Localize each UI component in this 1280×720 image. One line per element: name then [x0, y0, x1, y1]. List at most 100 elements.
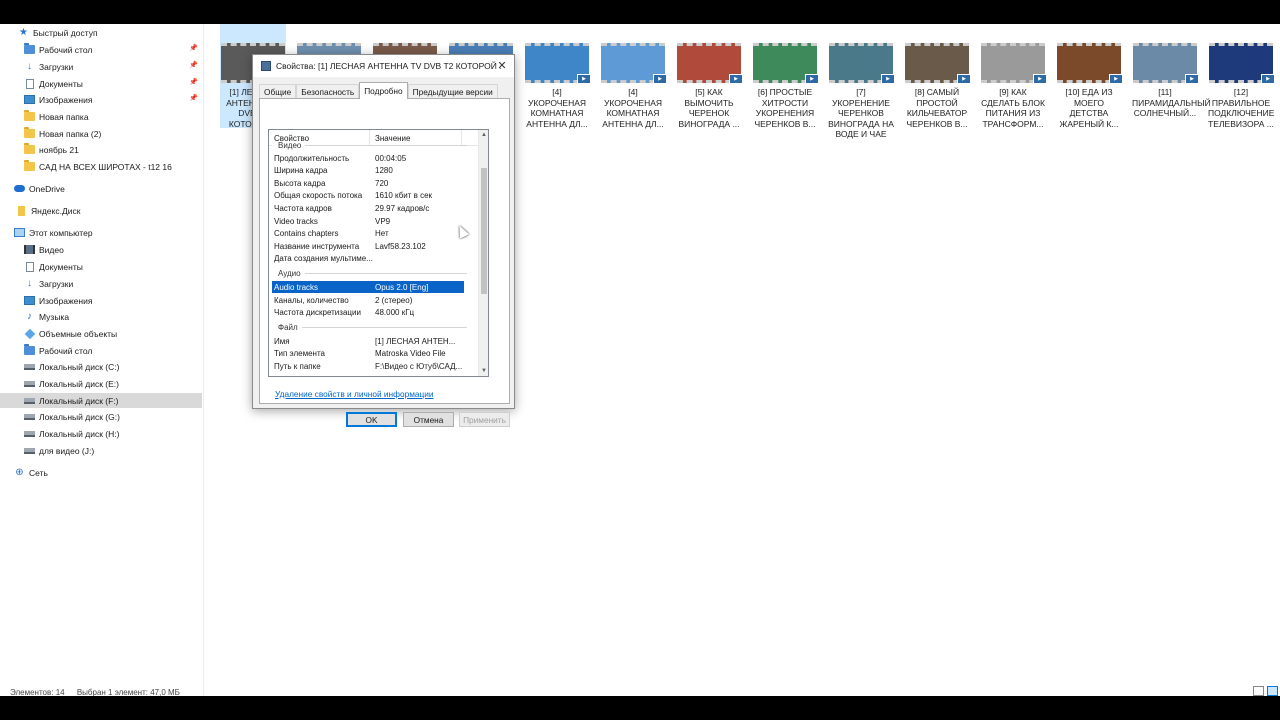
sidebar-item[interactable]: Этот компьютер	[0, 225, 202, 240]
video-file-item[interactable]: ▶ [5] КАК ВЫМОЧИТЬ ЧЕРЕНОК ВИНОГРАДА ...	[676, 43, 743, 131]
sidebar-item[interactable]: Локальный диск (G:)	[0, 409, 202, 424]
sidebar-item-label: Яндекс.Диск	[31, 205, 81, 216]
download-icon: ↓	[27, 277, 32, 289]
property-value: 29.97 кадров/с	[375, 203, 430, 213]
scroll-thumb[interactable]	[481, 168, 487, 294]
pin-icon[interactable]: 📌	[189, 94, 198, 102]
property-row[interactable]: Дата создания мультиме...	[272, 253, 464, 265]
video-file-item[interactable]: ▶ [4] УКОРОЧЕНАЯ КОМНАТНАЯ АНТЕННА ДЛ...	[524, 43, 591, 131]
property-row[interactable]: Общая скорость потока 1610 кбит в сек	[272, 190, 464, 202]
scroll-up-icon[interactable]: ▲	[479, 130, 488, 140]
sidebar-item[interactable]: Локальный диск (H:)	[0, 426, 202, 441]
large-icons-view-icon[interactable]	[1267, 686, 1278, 696]
dialog-title: Свойства: [1] ЛЕСНАЯ АНТЕННА TV DVB T2 К…	[276, 61, 501, 71]
property-row[interactable]: Имя [1] ЛЕСНАЯ АНТЕН...	[272, 335, 464, 347]
sidebar-item-label: САД НА ВСЕХ ШИРОТАХ - t12 16	[39, 161, 172, 172]
video-file-item[interactable]: ▶ [10] ЕДА ИЗ МОЕГО ДЕТСТВА ЖАРЕНЫЙ К...	[1056, 43, 1123, 131]
sidebar-item[interactable]: OneDrive	[0, 181, 202, 196]
sidebar-item-label: Видео	[39, 244, 64, 255]
folder-blue-icon	[24, 43, 35, 55]
pin-icon[interactable]: 📌	[189, 61, 198, 69]
tab-3[interactable]: Предыдущие версии	[407, 84, 498, 99]
sidebar-item-label: Музыка	[39, 311, 70, 322]
details-view-icon[interactable]	[1253, 686, 1264, 696]
video-badge-icon: ▶	[805, 74, 819, 84]
property-row[interactable]: Название инструмента Lavf58.23.102	[272, 240, 464, 252]
property-group-header: Аудио	[272, 267, 467, 279]
property-row[interactable]: Высота кадра 720	[272, 177, 464, 189]
property-row[interactable]: Video tracks VP9	[272, 215, 464, 227]
cancel-button[interactable]: Отмена	[403, 412, 454, 427]
property-row[interactable]: Путь к папке F:\Видео с Ютуб\САД...	[272, 360, 464, 372]
tab-0[interactable]: Общие	[259, 84, 297, 99]
file-name: [9] КАК СДЕЛАТЬ БЛОК ПИТАНИЯ ИЗ ТРАНСФОР…	[981, 87, 1045, 129]
file-explorer-window: ★ Быстрый доступ Рабочий стол 📌 ↓ Загрузки 📌 До…	[0, 24, 1280, 696]
video-file-item[interactable]: ▶ [12] ПРАВИЛЬНОЕ ПОДКЛЮЧЕНИЕ ТЕЛЕВИЗОРА …	[1208, 43, 1275, 131]
video-thumbnail: ▶	[1133, 43, 1199, 84]
cloud-icon	[14, 183, 25, 194]
sidebar-item[interactable]: Рабочий стол	[0, 343, 202, 358]
property-row[interactable]: Каналы, количество 2 (стерео)	[272, 294, 464, 306]
sidebar-item-label: Сеть	[29, 467, 48, 478]
3d-objects-icon	[24, 328, 35, 339]
sidebar-item[interactable]: Локальный диск (E:)	[0, 376, 202, 391]
pin-icon[interactable]: 📌	[189, 78, 198, 86]
remove-properties-link[interactable]: Удаление свойств и личной информации	[275, 389, 434, 399]
video-file-item[interactable]: ▶ [9] КАК СДЕЛАТЬ БЛОК ПИТАНИЯ ИЗ ТРАНСФО…	[980, 43, 1047, 131]
tab-2[interactable]: Подробно	[359, 82, 408, 99]
video-file-item[interactable]: ▶ [8] САМЫЙ ПРОСТОЙ КИЛЬЧЕВАТОР ЧЕРЕНКОВ …	[904, 43, 971, 131]
file-name: [6] ПРОСТЫЕ ХИТРОСТИ УКОРЕНЕНИЯ ЧЕРЕНКОВ…	[754, 87, 816, 129]
status-item-count: Элементов: 14	[10, 688, 65, 696]
sidebar-item[interactable]: Локальный диск (C:)	[0, 359, 202, 374]
video-file-item[interactable]: ▶ [6] ПРОСТЫЕ ХИТРОСТИ УКОРЕНЕНИЯ ЧЕРЕНКО…	[752, 43, 819, 131]
sidebar-item[interactable]: ⊕ Сеть	[0, 465, 202, 480]
sidebar-item[interactable]: для видео (J:)	[0, 443, 202, 458]
scroll-down-icon[interactable]: ▼	[479, 366, 488, 376]
property-row[interactable]: Тип элемента Matroska Video File	[272, 348, 464, 360]
sidebar-item[interactable]: Документы 📌	[0, 76, 202, 91]
dialog-titlebar[interactable]: Свойства: [1] ЛЕСНАЯ АНТЕННА TV DVB T2 К…	[253, 55, 514, 77]
apply-button[interactable]: Применить	[459, 412, 510, 427]
sidebar-item[interactable]: ↓ Загрузки 📌	[0, 59, 202, 74]
property-row[interactable]: Ширина кадра 1280	[272, 165, 464, 177]
video-file-item[interactable]: ▶ [11] ПИРАМИДАЛЬНЫЙ СОЛНЕЧНЫЙ...	[1132, 43, 1211, 131]
sidebar-item[interactable]: Изображения 📌	[0, 92, 202, 107]
property-value: Matroska Video File	[375, 349, 446, 359]
folder-icon	[24, 143, 35, 155]
property-row[interactable]: Продолжительность 00:04:05	[272, 152, 464, 164]
sidebar-item[interactable]: ★ Быстрый доступ	[0, 25, 202, 40]
video-file-item[interactable]: ▶ [4] УКОРОЧЕНАЯ КОМНАТНАЯ АНТЕННА ДЛ...	[600, 43, 667, 131]
pin-icon[interactable]: 📌	[189, 44, 198, 52]
property-row[interactable]: Частота кадров 29.97 кадров/с	[272, 202, 464, 214]
vertical-scrollbar[interactable]: ▲ ▼	[478, 130, 488, 376]
video-badge-icon: ▶	[1109, 74, 1123, 84]
sidebar-item[interactable]: Новая папка	[0, 109, 202, 124]
sidebar-item[interactable]: Видео	[0, 242, 202, 257]
sidebar-item[interactable]: ↓ Загрузки	[0, 276, 202, 291]
sidebar-item[interactable]: ноябрь 21	[0, 142, 202, 157]
video-file-item[interactable]: ▶ [7] УКОРЕНЕНИЕ ЧЕРЕНКОВ ВИНОГРАДА НА ВО…	[828, 43, 895, 139]
sidebar-item[interactable]: Яндекс.Диск	[0, 203, 202, 218]
property-row[interactable]: Audio tracks Opus 2.0 [Eng]	[272, 281, 464, 294]
drive-icon	[24, 428, 35, 439]
sidebar-item[interactable]: ♪ Музыка	[0, 309, 202, 324]
property-name: Продолжительность	[274, 153, 350, 163]
close-icon[interactable]: ✕	[496, 59, 508, 72]
sidebar-item[interactable]: Новая папка (2)	[0, 126, 202, 141]
ok-button[interactable]: OK	[346, 412, 397, 427]
property-row[interactable]: Contains chapters Нет	[272, 228, 464, 240]
sidebar-item[interactable]: Локальный диск (F:)	[0, 393, 202, 408]
properties-list[interactable]: Свойство Значение Видео Продолжительность…	[268, 129, 489, 377]
sidebar-item[interactable]: САД НА ВСЕХ ШИРОТАХ - t12 16	[0, 159, 202, 174]
top-black-bar	[0, 0, 1280, 24]
sidebar-item[interactable]: Документы	[0, 259, 202, 274]
tab-1[interactable]: Безопасность	[296, 84, 360, 99]
video-badge-icon: ▶	[577, 74, 591, 84]
sidebar-item[interactable]: Объемные объекты	[0, 326, 202, 341]
sidebar-item[interactable]: Рабочий стол 📌	[0, 42, 202, 57]
sidebar-item[interactable]: Изображения	[0, 293, 202, 308]
drive-icon	[24, 378, 35, 389]
property-row[interactable]: Частота дискретизации 48.000 кГц	[272, 307, 464, 319]
navigation-pane: ★ Быстрый доступ Рабочий стол 📌 ↓ Загрузки 📌 До…	[0, 24, 204, 696]
property-name: Тип элемента	[274, 349, 325, 359]
